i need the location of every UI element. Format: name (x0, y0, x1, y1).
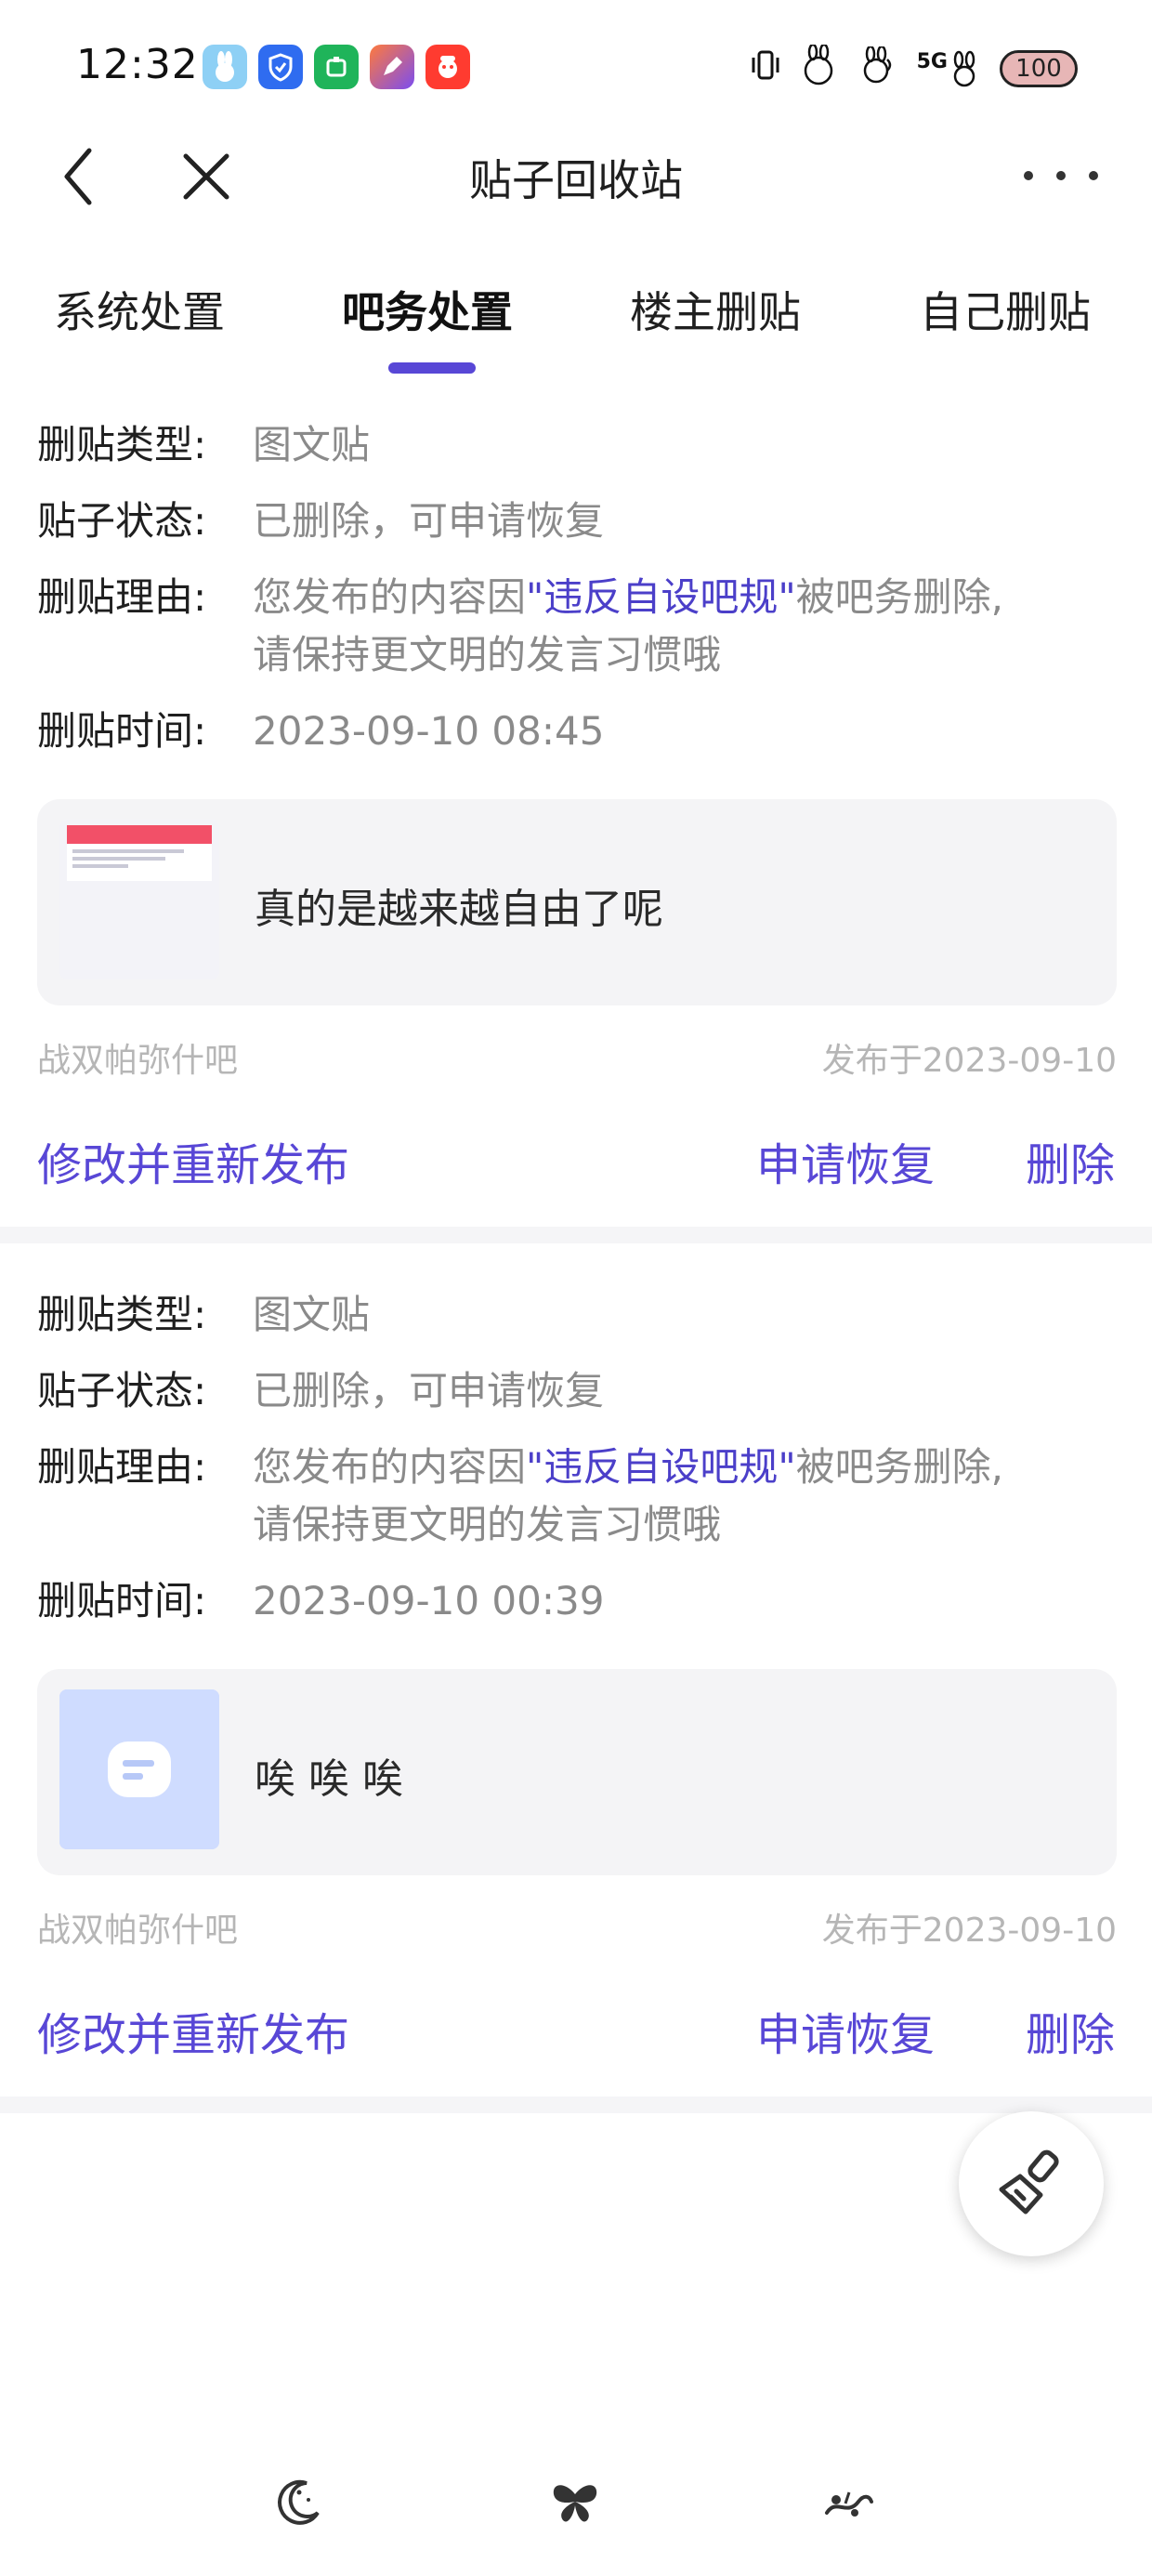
reason-suffix: 被吧务删除, (795, 1444, 1004, 1490)
red-app-icon (425, 45, 470, 89)
broom-clean-icon (992, 2143, 1070, 2225)
time-value: 2023-09-10 00:39 (253, 1578, 605, 1623)
pen-app-icon (370, 45, 414, 89)
reason-row: 删贴理由: 您发布的内容因"违反自设吧规"被吧务删除, 请保持更文明的发言习惯哦 (37, 569, 1003, 684)
time-label: 删贴时间: (37, 1578, 207, 1623)
time-label: 删贴时间: (37, 708, 207, 754)
vibrate-icon (750, 46, 781, 91)
bottom-nav (0, 2463, 1152, 2537)
status-bar: 12:32 5G 100 (0, 0, 1152, 130)
type-row: 删贴类型: 图文贴 (37, 1286, 370, 1344)
hd-icon (800, 43, 837, 93)
forum-name[interactable]: 战双帕弥什吧 (37, 1033, 238, 1082)
publish-date: 发布于2023-09-10 (821, 1912, 1117, 1950)
vine-icon[interactable] (821, 2476, 875, 2530)
shield-app-icon (258, 45, 303, 89)
network-type: 5G (916, 50, 948, 73)
butterfly-icon[interactable] (548, 2476, 602, 2530)
reason-row: 删贴理由: 您发布的内容因"违反自设吧规"被吧务删除, 请保持更文明的发言习惯哦 (37, 1439, 1003, 1554)
edit-republish-button[interactable]: 修改并重新发布 (37, 1998, 349, 2063)
reason-prefix: 您发布的内容因 (253, 1444, 527, 1490)
dot (1024, 171, 1033, 180)
status-label: 贴子状态: (37, 498, 207, 544)
screenshot-thumbnail (59, 820, 219, 979)
reason-prefix: 您发布的内容因 (253, 574, 527, 620)
preview-text: 唉 唉 唉 (255, 1755, 403, 1803)
battery-icon: 100 (1000, 50, 1078, 87)
reason-line2: 请保持更文明的发言习惯哦 (253, 1502, 722, 1547)
time-row: 删贴时间: 2023-09-10 00:39 (37, 1572, 604, 1630)
type-row: 删贴类型: 图文贴 (37, 416, 370, 474)
time-value: 2023-09-10 08:45 (253, 708, 605, 754)
edit-republish-button[interactable]: 修改并重新发布 (37, 1128, 349, 1193)
reason-value: 您发布的内容因"违反自设吧规"被吧务删除, 请保持更文明的发言习惯哦 (253, 1439, 1003, 1554)
delete-button[interactable]: 删除 (1026, 1998, 1115, 2063)
system-icons: 5G 100 (750, 43, 1078, 93)
dot (1056, 171, 1066, 180)
tab-system[interactable]: 系统处置 (54, 279, 225, 340)
status-row: 贴子状态: 已删除，可申请恢复 (37, 1362, 604, 1420)
post-preview[interactable]: 唉 唉 唉 (37, 1669, 1117, 1875)
post-preview[interactable]: 真的是越来越自由了呢 (37, 799, 1117, 1005)
status-value: 已删除，可申请恢复 (253, 1368, 605, 1413)
type-label: 删贴类型: (37, 1292, 207, 1337)
forum-name[interactable]: 战双帕弥什吧 (37, 1903, 238, 1952)
tab-bar: 系统处置 吧务处置 楼主删贴 自己删贴 (0, 269, 1152, 381)
active-tab-indicator (388, 362, 476, 374)
preview-text: 真的是越来越自由了呢 (255, 886, 663, 933)
status-time: 12:32 (76, 41, 199, 88)
reason-value: 您发布的内容因"违反自设吧规"被吧务删除, 请保持更文明的发言习惯哦 (253, 569, 1003, 684)
app-icons (203, 45, 470, 89)
card-divider (0, 2096, 1152, 2113)
request-restore-button[interactable]: 申请恢复 (756, 1998, 935, 2063)
reason-suffix: 被吧务删除, (795, 574, 1004, 620)
status-label: 贴子状态: (37, 1368, 207, 1413)
tab-moderator[interactable]: 吧务处置 (342, 279, 513, 340)
status-row: 贴子状态: 已删除，可申请恢复 (37, 493, 604, 550)
battery-level: 100 (1015, 55, 1062, 83)
green-app-icon (314, 45, 359, 89)
wifi-icon (856, 45, 898, 91)
more-dots-icon[interactable] (1024, 152, 1098, 199)
type-label: 删贴类型: (37, 422, 207, 467)
request-restore-button[interactable]: 申请恢复 (756, 1128, 935, 1193)
publish-date: 发布于2023-09-10 (821, 1042, 1117, 1080)
reason-label: 删贴理由: (37, 574, 207, 620)
time-row: 删贴时间: 2023-09-10 08:45 (37, 703, 604, 760)
card-divider (0, 1227, 1152, 1243)
placeholder-image-icon (59, 1689, 219, 1849)
signal-icon: 5G (917, 50, 981, 87)
rabbit-app-icon (203, 45, 247, 89)
status-value: 已删除，可申请恢复 (253, 498, 605, 544)
delete-button[interactable]: 删除 (1026, 1128, 1115, 1193)
tab-self[interactable]: 自己删贴 (920, 279, 1091, 340)
tab-thread-owner[interactable]: 楼主删贴 (630, 279, 801, 340)
dot (1089, 171, 1098, 180)
moon-icon[interactable] (271, 2476, 325, 2530)
type-value: 图文贴 (253, 422, 371, 467)
page-title: 贴子回收站 (469, 155, 683, 205)
reason-line2: 请保持更文明的发言习惯哦 (253, 632, 722, 677)
reason-label: 删贴理由: (37, 1444, 207, 1490)
clean-fab-button[interactable] (959, 2111, 1104, 2256)
type-value: 图文贴 (253, 1292, 371, 1337)
navigation-bar: 贴子回收站 (0, 130, 1152, 223)
rule-link[interactable]: "违反自设吧规" (526, 1444, 796, 1490)
rule-link[interactable]: "违反自设吧规" (526, 574, 796, 620)
deleted-post-card: 删贴类型: 图文贴 贴子状态: 已删除，可申请恢复 删贴理由: 您发布的内容因"… (0, 1286, 1152, 2089)
deleted-post-card: 删贴类型: 图文贴 贴子状态: 已删除，可申请恢复 删贴理由: 您发布的内容因"… (0, 416, 1152, 1219)
